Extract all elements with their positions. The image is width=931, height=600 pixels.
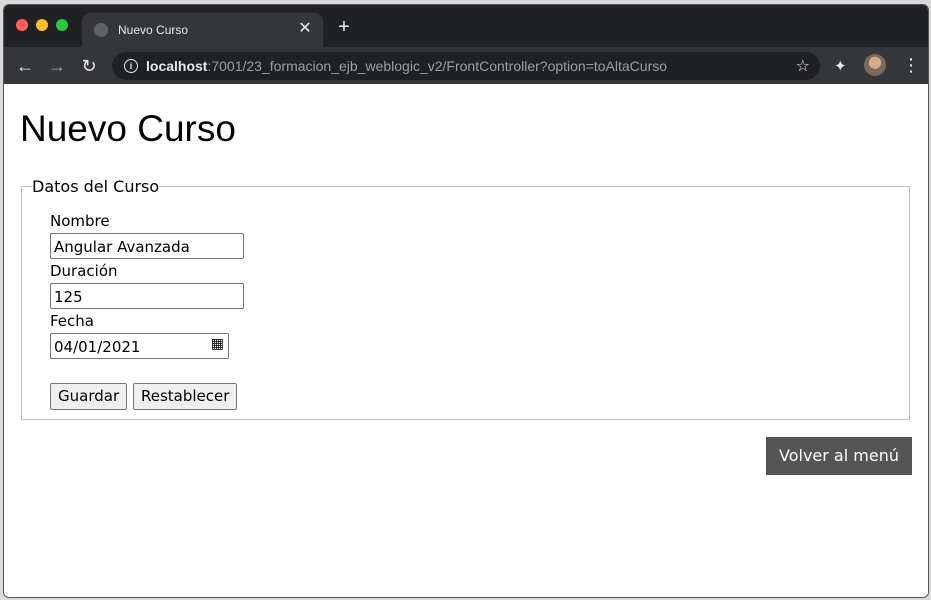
address-bar[interactable]: i localhost:7001/23_formacion_ejb_weblog…: [112, 52, 820, 80]
reload-icon[interactable]: ↻: [78, 55, 100, 77]
maximize-window-button[interactable]: [56, 19, 68, 31]
fecha-label: Fecha: [50, 312, 94, 330]
duracion-label: Duración: [50, 262, 118, 280]
info-icon[interactable]: i: [124, 59, 138, 73]
extensions-icon[interactable]: ✦: [834, 57, 847, 75]
tab-strip: Nuevo Curso ✕ +: [4, 5, 928, 47]
save-button[interactable]: Guardar: [50, 383, 128, 410]
page-content: Nuevo Curso Datos del Curso Nombre Angul…: [4, 84, 928, 597]
fecha-input[interactable]: 04/01/2021 ▦: [50, 333, 229, 359]
page-title: Nuevo Curso: [20, 108, 236, 149]
tab-close-icon[interactable]: ✕: [295, 19, 315, 39]
kebab-menu-icon[interactable]: ⋮: [902, 55, 920, 75]
minimize-window-button[interactable]: [36, 19, 48, 31]
nombre-input[interactable]: Angular Avanzada: [50, 233, 244, 259]
close-window-button[interactable]: [16, 19, 28, 31]
duracion-input[interactable]: 125: [50, 283, 244, 309]
course-fieldset: Datos del Curso Nombre Angular Avanzada …: [21, 177, 910, 420]
url-text[interactable]: localhost:7001/23_formacion_ejb_weblogic…: [146, 58, 667, 74]
browser-toolbar: ← → ↻ i localhost:7001/23_formacion_ejb_…: [4, 47, 928, 84]
fieldset-legend: Datos del Curso: [32, 177, 160, 196]
tab-title: Nuevo Curso: [118, 23, 189, 37]
reset-button[interactable]: Restablecer: [133, 383, 238, 410]
forward-arrow-icon[interactable]: →: [46, 55, 68, 77]
fecha-value: 04/01/2021: [54, 338, 141, 356]
globe-icon: [94, 23, 108, 37]
back-to-menu-button[interactable]: Volver al menú: [766, 437, 912, 475]
new-tab-button[interactable]: +: [334, 17, 354, 37]
tab-nuevo-curso[interactable]: Nuevo Curso ✕: [82, 13, 323, 47]
avatar[interactable]: [864, 54, 886, 76]
browser-window: Nuevo Curso ✕ + ← → ↻ i localhost:7001/2…: [3, 4, 929, 598]
nombre-label: Nombre: [50, 212, 110, 230]
star-icon[interactable]: ☆: [796, 56, 810, 76]
calendar-icon[interactable]: ▦: [211, 336, 224, 352]
back-arrow-icon[interactable]: ←: [14, 55, 36, 77]
